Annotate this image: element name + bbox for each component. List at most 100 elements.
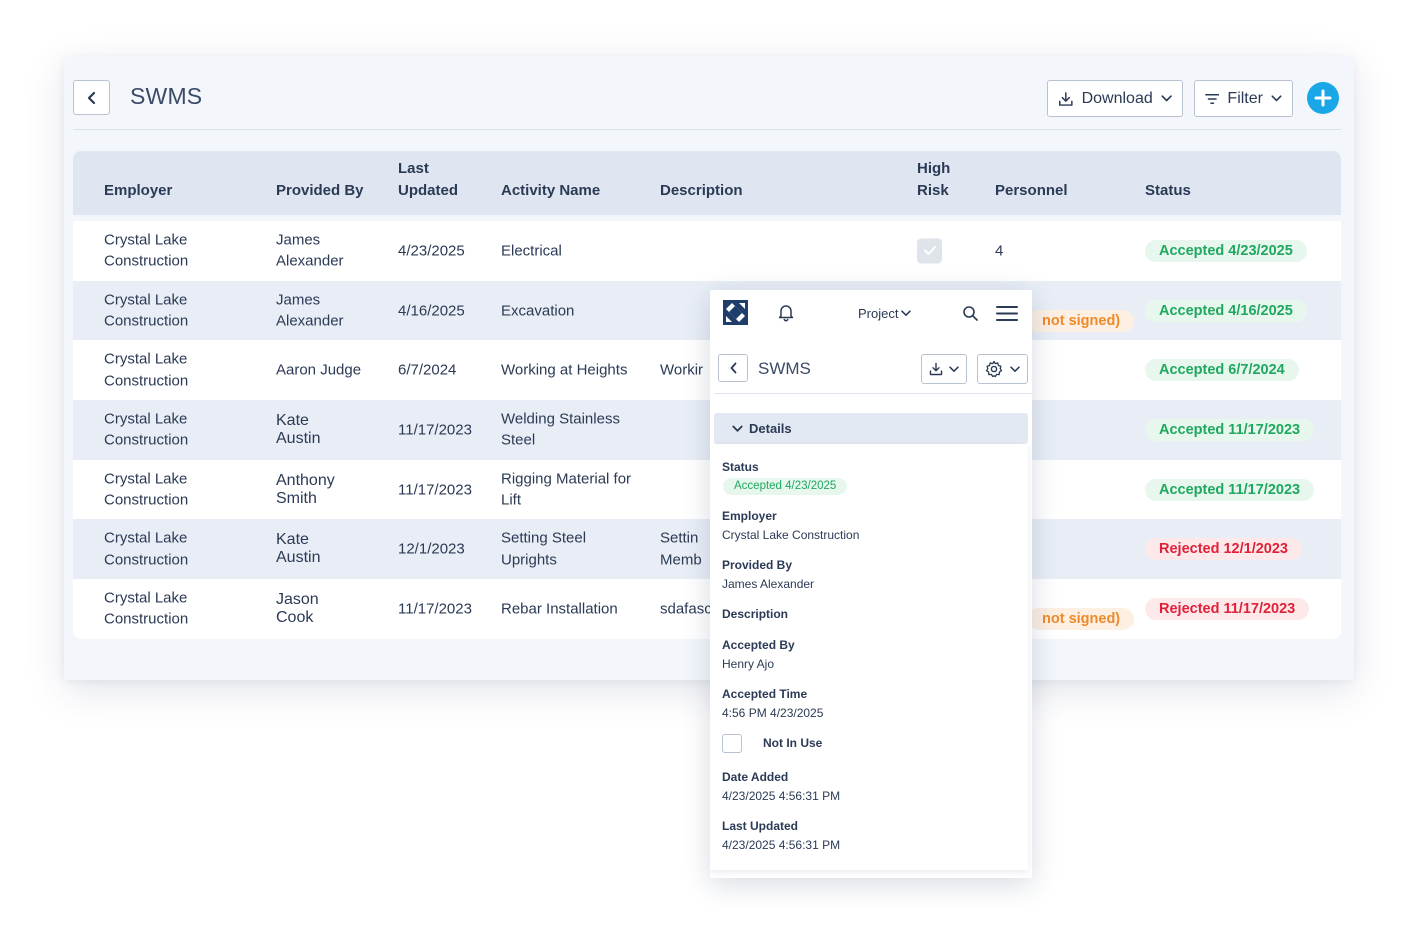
last-updated-cell: 11/17/2023 [398, 481, 472, 499]
employer-cell: Crystal Lake Construction [104, 589, 189, 628]
download-icon [929, 362, 943, 376]
employer-value: Crystal Lake Construction [722, 528, 860, 542]
status-badge: Rejected 11/17/2023 [1145, 597, 1310, 620]
activity-name-cell: Rigging Material for Lift [501, 470, 632, 509]
accepted-by-label: Accepted By [722, 638, 795, 652]
plus-icon [1314, 89, 1332, 107]
column-header-last-updated-line2: Updated [398, 182, 458, 199]
download-icon [1058, 91, 1073, 106]
description-cell: Settin Memb [660, 529, 702, 569]
app-logo-icon[interactable] [723, 300, 748, 325]
provided-by-cell: Aaron Judge [276, 361, 362, 379]
provided-by-cell: Anthony Smith [276, 471, 335, 507]
filter-button[interactable]: Filter [1194, 80, 1293, 117]
chevron-down-icon [949, 365, 959, 372]
provided-by-cell: James Alexander [276, 291, 344, 330]
employer-cell: Crystal Lake Construction [104, 291, 189, 330]
column-header-activity-name[interactable]: Activity Name [501, 180, 600, 202]
provided-by-cell: Kate Austin [276, 531, 321, 567]
swms-mobile-panel: Project SWMS Details Status Accepted 4/2… [710, 290, 1032, 878]
table-row[interactable]: Crystal Lake Construction Kate Austin 12/1… [73, 519, 1341, 580]
search-icon[interactable] [962, 305, 979, 322]
back-button[interactable] [718, 354, 748, 382]
table-row[interactable]: Crystal Lake Construction Jason Cook 11/17… [73, 579, 1341, 639]
project-selector[interactable]: Project [858, 306, 912, 321]
hamburger-menu-icon[interactable] [996, 305, 1018, 322]
last-updated-cell: 12/1/2023 [398, 540, 465, 558]
provided-by-cell: Kate Austin [276, 411, 321, 447]
chevron-down-icon [732, 425, 743, 432]
not-in-use-checkbox[interactable] [722, 734, 742, 753]
provided-by-cell: James Alexander [276, 231, 344, 270]
table-row[interactable]: Crystal Lake Construction Kate Austin 11/1… [73, 400, 1341, 460]
employer-cell: Crystal Lake Construction [104, 529, 189, 569]
date-added-value: 4/23/2025 4:56:31 PM [722, 789, 841, 803]
status-badge: Rejected 12/1/2023 [1145, 538, 1302, 561]
column-header-description[interactable]: Description [660, 180, 743, 202]
details-panel: Status Accepted 4/23/2025 Employer Cryst… [710, 444, 1028, 870]
table-row[interactable]: Crystal Lake Construction James Alexander … [73, 221, 1341, 281]
column-header-high-risk[interactable]: High Risk [917, 158, 950, 202]
status-badge: Accepted 4/16/2025 [1145, 299, 1307, 322]
column-header-personnel[interactable]: Personnel [995, 180, 1068, 202]
details-section-toggle[interactable]: Details [714, 413, 1028, 444]
column-header-last-updated[interactable]: Last Updated [398, 158, 458, 202]
swms-table: Employer Provided By Last Updated Activi… [73, 151, 1341, 639]
column-header-provided-by[interactable]: Provided By [276, 180, 364, 202]
column-header-high-risk-line2: Risk [917, 182, 949, 199]
pending-signature-badge: not signed) [1028, 607, 1135, 630]
date-added-label: Date Added [722, 770, 789, 784]
table-row[interactable]: Crystal Lake Construction James Alexander … [73, 280, 1341, 341]
status-badge: Accepted 11/17/2023 [1145, 478, 1315, 501]
chevron-down-icon [1010, 365, 1020, 372]
chevron-left-icon [87, 91, 95, 104]
chevron-down-icon [901, 310, 912, 316]
column-header-last-updated-line1: Last [398, 160, 429, 177]
chevron-down-icon [1271, 95, 1282, 102]
add-button[interactable] [1307, 82, 1339, 114]
table-body: Crystal Lake Construction James Alexander … [73, 221, 1341, 639]
activity-name-cell: Working at Heights [501, 361, 628, 379]
page-header: SWMS Download Filter [73, 56, 1341, 130]
description-cell: sdafasc [660, 600, 710, 618]
activity-name-cell: Rebar Installation [501, 600, 618, 618]
details-label: Details [749, 421, 792, 436]
activity-name-cell: Electrical [501, 242, 562, 260]
provided-by-cell: Jason Cook [276, 590, 319, 626]
employer-cell: Crystal Lake Construction [104, 410, 189, 449]
download-button[interactable] [921, 354, 967, 384]
page-title: SWMS [130, 83, 203, 109]
table-row[interactable]: Crystal Lake Construction Aaron Judge 6/7… [73, 340, 1341, 401]
filter-label: Filter [1227, 89, 1263, 107]
column-header-status[interactable]: Status [1145, 180, 1191, 202]
pending-signature-badge: not signed) [1028, 309, 1135, 332]
provided-by-value: James Alexander [722, 577, 815, 591]
last-updated-value: 4/23/2025 4:56:31 PM [722, 838, 841, 852]
activity-name-cell: Welding Stainless Steel [501, 410, 620, 449]
column-header-employer[interactable]: Employer [104, 180, 172, 202]
personnel-cell: 4 [995, 242, 1004, 260]
download-button[interactable]: Download [1047, 80, 1183, 117]
employer-cell: Crystal Lake Construction [104, 350, 189, 390]
activity-name-cell: Setting Steel Uprights [501, 529, 587, 569]
bell-icon[interactable] [777, 303, 795, 322]
column-header-high-risk-line1: High [917, 160, 951, 177]
last-updated-cell: 4/16/2025 [398, 302, 465, 320]
accepted-time-label: Accepted Time [722, 687, 808, 701]
check-icon [923, 246, 936, 256]
last-updated-cell: 4/23/2025 [398, 242, 465, 260]
settings-button[interactable] [977, 354, 1028, 384]
last-updated-cell: 11/17/2023 [398, 421, 472, 439]
table-header: Employer Provided By Last Updated Activi… [73, 151, 1341, 215]
last-updated-cell: 6/7/2024 [398, 361, 457, 379]
high-risk-checkbox[interactable] [917, 238, 942, 264]
accepted-time-value: 4:56 PM 4/23/2025 [722, 706, 824, 720]
chevron-left-icon [730, 362, 736, 374]
employer-label: Employer [722, 509, 777, 523]
provided-by-label: Provided By [722, 558, 793, 572]
last-updated-label: Last Updated [722, 819, 799, 833]
accepted-by-value: Henry Ajo [722, 657, 775, 671]
employer-cell: Crystal Lake Construction [104, 231, 189, 270]
back-button[interactable] [73, 80, 110, 115]
table-row[interactable]: Crystal Lake Construction Anthony Smith 11… [73, 459, 1341, 520]
